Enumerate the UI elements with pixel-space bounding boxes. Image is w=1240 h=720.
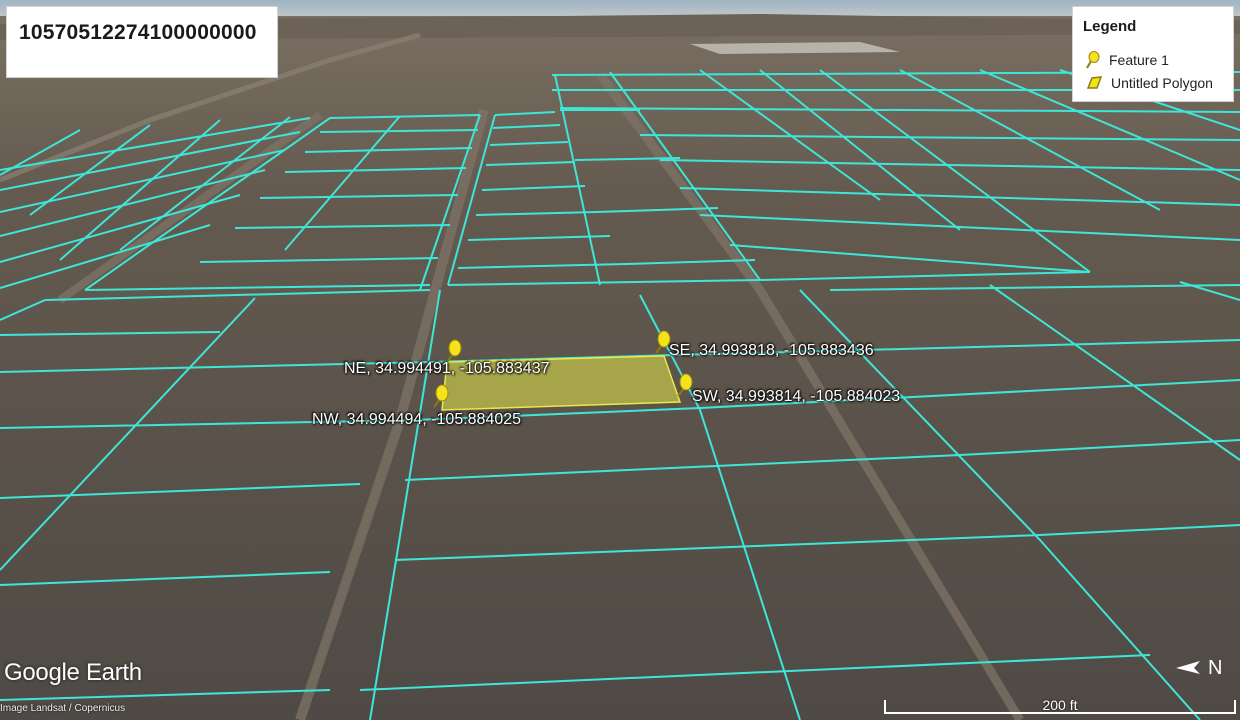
legend-item-polygon[interactable]: Untitled Polygon bbox=[1085, 73, 1213, 93]
google-earth-logo: Google Earth bbox=[4, 659, 142, 686]
legend-panel: Legend Feature 1 Untitled Polygon bbox=[1072, 6, 1234, 102]
legend-item-feature[interactable]: Feature 1 bbox=[1085, 50, 1169, 70]
legend-item-label: Untitled Polygon bbox=[1111, 75, 1213, 91]
pin-label-ne[interactable]: NE, 34.994491, -105.883437 bbox=[344, 360, 550, 378]
polygon-icon bbox=[1086, 76, 1103, 89]
map-viewport[interactable] bbox=[0, 0, 1240, 720]
map-title: 10570512274100000000 bbox=[19, 21, 257, 44]
compass-north-icon[interactable]: N bbox=[1174, 652, 1230, 679]
pin-label-nw[interactable]: NW, 34.994494, -105.884025 bbox=[312, 411, 521, 429]
pushpin-icon bbox=[1086, 51, 1100, 69]
legend-title: Legend bbox=[1083, 18, 1137, 35]
imagery-credit: Image Landsat / Copernicus bbox=[0, 703, 126, 714]
compass-label: N bbox=[1208, 657, 1222, 678]
pin-label-sw[interactable]: SW, 34.993814, -105.884023 bbox=[692, 388, 900, 406]
legend-item-label: Feature 1 bbox=[1109, 52, 1169, 68]
scale-label: 200 ft bbox=[1042, 697, 1078, 713]
pin-label-se[interactable]: SE, 34.993818, -105.883436 bbox=[669, 342, 874, 360]
scale-bar: 200 ft bbox=[884, 694, 1236, 718]
map-title-box: 10570512274100000000 bbox=[6, 6, 278, 78]
